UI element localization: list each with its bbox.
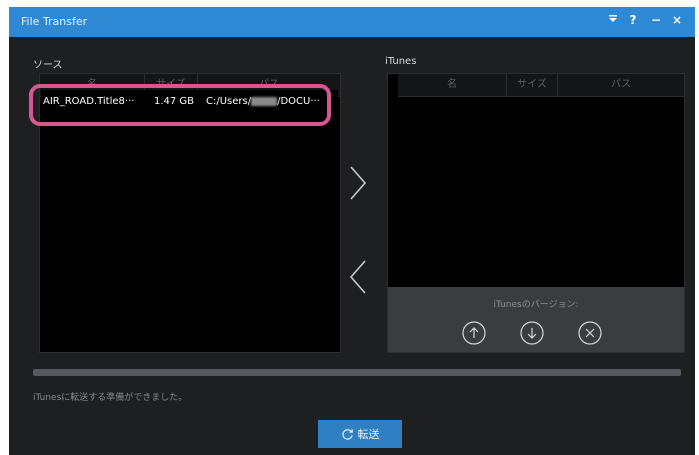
file-path: C:/Users/ /DOCU··· xyxy=(202,96,320,107)
window-title: File Transfer xyxy=(21,15,88,28)
chevron-left-icon xyxy=(349,260,366,294)
move-up-button[interactable] xyxy=(462,321,486,345)
itunes-column-header: 名 サイズ パス xyxy=(398,74,684,97)
transfer-button[interactable]: 転送 xyxy=(318,420,402,448)
file-size: 1.47 GB xyxy=(153,96,195,107)
redacted-username xyxy=(251,97,278,106)
x-circle-icon xyxy=(578,321,602,345)
itunes-col-name[interactable]: 名 xyxy=(398,74,507,96)
minimize-icon[interactable]: − xyxy=(649,13,663,27)
file-transfer-window: File Transfer ? − × ソース 名 サイズ パス AIR_ROA… xyxy=(9,7,695,455)
arrow-up-icon xyxy=(462,321,486,345)
arrow-down-icon xyxy=(520,321,544,345)
chevron-right-icon xyxy=(350,166,367,200)
itunes-list[interactable]: 名 サイズ パス iTunesのバージョン: xyxy=(387,73,685,353)
menu-icon[interactable] xyxy=(606,13,620,27)
itunes-label: iTunes xyxy=(385,56,417,67)
title-bar: File Transfer ? − × xyxy=(9,7,695,37)
source-label: ソース xyxy=(33,60,63,71)
move-down-button[interactable] xyxy=(520,321,544,345)
source-list[interactable]: 名 サイズ パス AIR_ROAD.Title8··· 1.47 GB C:/U… xyxy=(39,73,341,353)
itunes-version-label: iTunesのバージョン: xyxy=(493,300,579,310)
add-to-itunes-button[interactable] xyxy=(343,163,373,203)
refresh-icon xyxy=(341,428,353,440)
help-icon[interactable]: ? xyxy=(626,13,640,27)
delete-button[interactable] xyxy=(578,321,602,345)
itunes-col-path[interactable]: パス xyxy=(558,74,684,96)
table-row[interactable]: AIR_ROAD.Title8··· 1.47 GB C:/Users/ /DO… xyxy=(41,90,338,113)
status-text: iTunesに転送する準備ができました。 xyxy=(33,393,188,403)
file-path-suffix: /DOCU··· xyxy=(277,96,320,107)
progress-bar xyxy=(33,369,681,376)
file-path-prefix: C:/Users/ xyxy=(206,96,252,107)
itunes-col-size[interactable]: サイズ xyxy=(507,74,558,96)
file-name: AIR_ROAD.Title8··· xyxy=(43,96,135,107)
transfer-button-label: 転送 xyxy=(357,428,380,441)
itunes-controls: iTunesのバージョン: xyxy=(388,287,684,352)
remove-from-itunes-button[interactable] xyxy=(343,257,373,297)
close-icon[interactable]: × xyxy=(670,13,684,27)
